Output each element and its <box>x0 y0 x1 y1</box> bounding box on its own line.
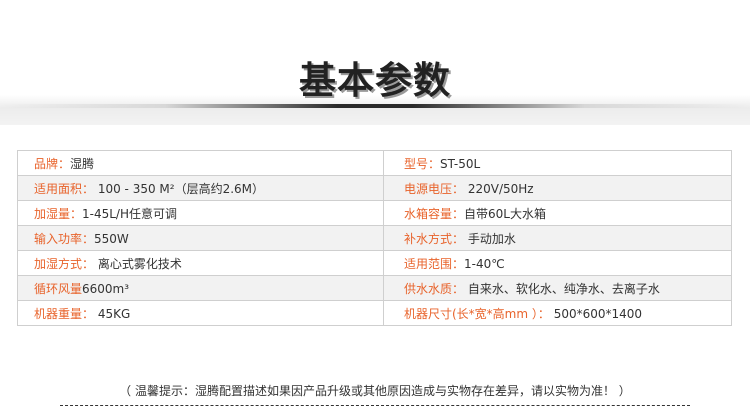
spec-value: 湿腾 <box>70 156 95 171</box>
footer-disclaimer: （ 温馨提示：湿腾配置描述如果因产品升级或其他原因造成与实物存在差异，请以实物为… <box>119 384 631 398</box>
spec-label: 供水水质： <box>404 281 465 296</box>
spec-label: 水箱容量： <box>404 206 465 221</box>
spec-cell-humidify-method: 加湿方式： 离心式雾化技术 <box>17 250 384 276</box>
table-row: 加湿方式： 离心式雾化技术 适用范围：1-40℃ <box>17 250 732 276</box>
section-header: 基本参数 <box>0 0 750 125</box>
spec-value: ST-50L <box>440 156 481 171</box>
spec-label: 加湿量： <box>34 206 83 221</box>
table-row: 循环风量6600m³ 供水水质： 自来水、软化水、纯净水、去离子水 <box>17 275 732 301</box>
spec-value: 手动加水 <box>464 231 516 246</box>
spec-value: 500*600*1400 <box>549 306 643 321</box>
spec-value: 1-45L/H任意可调 <box>82 206 178 221</box>
spec-value: 6600m³ <box>82 281 130 296</box>
spec-label: 适用面积： <box>34 181 95 196</box>
spec-cell-humidify-amount: 加湿量：1-45L/H任意可调 <box>17 200 384 226</box>
spec-label: 输入功率： <box>34 231 95 246</box>
spec-cell-temperature-range: 适用范围：1-40℃ <box>383 250 732 276</box>
table-row: 机器重量： 45KG 机器尺寸(长*宽*高mm ）： 500*600*1400 <box>17 300 732 326</box>
spec-cell-voltage: 电源电压： 220V/50Hz <box>383 175 732 201</box>
spec-value: 自带60L大水箱 <box>464 206 546 221</box>
spec-label: 加湿方式： <box>34 256 95 271</box>
spec-value: 100 - 350 M²（层高约2.6M） <box>94 181 265 196</box>
spec-cell-water-quality: 供水水质： 自来水、软化水、纯净水、去离子水 <box>383 275 732 301</box>
footer-dashed-divider <box>60 405 690 406</box>
spec-cell-weight: 机器重量： 45KG <box>17 300 384 326</box>
spec-cell-power: 输入功率：550W <box>17 225 384 251</box>
spec-cell-brand: 品牌：湿腾 <box>17 150 384 176</box>
table-row: 品牌：湿腾 型号：ST-50L <box>17 150 732 176</box>
table-row: 适用面积： 100 - 350 M²（层高约2.6M） 电源电压： 220V/5… <box>17 175 732 201</box>
section-title: 基本参数 <box>299 59 451 102</box>
table-row: 加湿量：1-45L/H任意可调 水箱容量：自带60L大水箱 <box>17 200 732 226</box>
spec-cell-area: 适用面积： 100 - 350 M²（层高约2.6M） <box>17 175 384 201</box>
spec-label: 型号： <box>404 156 441 171</box>
spec-value: 1-40℃ <box>464 256 505 271</box>
spec-label: 电源电压： <box>404 181 465 196</box>
spec-label: 机器重量： <box>34 306 95 321</box>
spec-value: 自来水、软化水、纯净水、去离子水 <box>464 281 660 296</box>
spec-cell-airflow: 循环风量6600m³ <box>17 275 384 301</box>
spec-value: 离心式雾化技术 <box>94 256 182 271</box>
spec-cell-tank-capacity: 水箱容量：自带60L大水箱 <box>383 200 732 226</box>
spec-label: 补水方式： <box>404 231 465 246</box>
spec-label: 机器尺寸(长*宽*高mm ）： <box>404 306 550 321</box>
spec-value: 220V/50Hz <box>464 181 534 196</box>
spec-label: 循环风量 <box>34 281 83 296</box>
spec-label: 适用范围： <box>404 256 465 271</box>
spec-label: 品牌： <box>34 156 71 171</box>
table-row: 输入功率：550W 补水方式： 手动加水 <box>17 225 732 251</box>
spec-cell-dimensions: 机器尺寸(长*宽*高mm ）： 500*600*1400 <box>383 300 732 326</box>
spec-cell-model: 型号：ST-50L <box>383 150 732 176</box>
spec-cell-water-supply-mode: 补水方式： 手动加水 <box>383 225 732 251</box>
header-divider-bar <box>0 104 750 108</box>
spec-table: 品牌：湿腾 型号：ST-50L 适用面积： 100 - 350 M²（层高约2.… <box>17 150 732 326</box>
spec-value: 45KG <box>94 306 131 321</box>
spec-value: 550W <box>94 231 129 246</box>
